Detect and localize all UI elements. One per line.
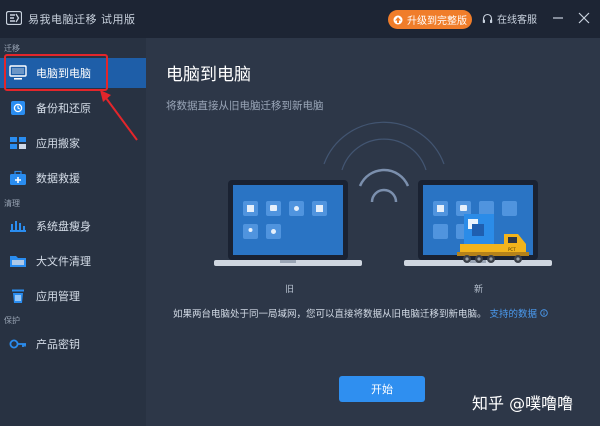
sidebar-item-label: 大文件清理 xyxy=(36,255,91,268)
key-icon xyxy=(9,339,26,349)
supported-data-link[interactable]: 支持的数据 xyxy=(490,309,549,320)
svg-text:PCT: PCT xyxy=(508,247,516,252)
sidebar-item-product-key[interactable]: 产品密钥 xyxy=(0,329,146,359)
supported-data-label: 支持的数据 xyxy=(489,309,538,320)
sidebar-item-system-slim[interactable]: 系统盘瘦身 xyxy=(0,211,146,241)
online-support-link[interactable]: 在线客服 xyxy=(482,11,537,26)
section-label-protect: 保护 xyxy=(4,316,20,325)
upgrade-label: 升级到完整版 xyxy=(407,16,467,27)
sidebar-item-label: 应用管理 xyxy=(36,290,80,303)
old-laptop xyxy=(214,180,362,266)
folder-icon xyxy=(10,256,26,267)
annotation-arrow xyxy=(100,90,138,141)
online-support-label: 在线客服 xyxy=(497,15,537,26)
trash-icon xyxy=(12,289,24,303)
description-text: 如果两台电脑处于同一局域网，您可以直接将数据从旧电脑迁移到新电脑。 支持的数据 xyxy=(173,306,548,320)
sidebar-item-large-file-cleanup[interactable]: 大文件清理 xyxy=(0,246,146,276)
sidebar-item-label: 系统盘瘦身 xyxy=(36,220,91,233)
migration-illustration: PCT xyxy=(214,121,552,266)
start-button[interactable]: 开始 xyxy=(339,376,425,402)
watermark-text: 知乎 @噗噜噜 xyxy=(472,394,574,413)
old-pc-label: 旧 xyxy=(285,285,295,295)
description-body: 如果两台电脑处于同一局域网，您可以直接将数据从旧电脑迁移到新电脑。 xyxy=(173,309,487,320)
disk-slim-icon xyxy=(10,221,26,232)
wifi-signal-icon xyxy=(323,121,445,171)
upgrade-arrow-icon xyxy=(393,15,403,24)
rescue-icon xyxy=(10,170,26,185)
sidebar-item-data-rescue[interactable]: 数据救援 xyxy=(0,163,146,193)
main-panel: 电脑到电脑 将数据直接从旧电脑迁移到新电脑 PCT 旧 新 如果两台电脑处于同一… xyxy=(146,38,600,426)
sidebar-item-app-management[interactable]: 应用管理 xyxy=(0,281,146,311)
new-pc-label: 新 xyxy=(474,285,484,295)
close-icon[interactable] xyxy=(574,8,594,28)
minimize-icon[interactable] xyxy=(548,8,568,28)
section-label-clean: 清理 xyxy=(4,199,20,208)
upgrade-button[interactable]: 升级到完整版 xyxy=(388,10,472,29)
headset-icon xyxy=(482,13,493,23)
info-icon xyxy=(540,309,548,317)
sidebar-item-label: 产品密钥 xyxy=(36,338,80,351)
sidebar-item-label: 数据救援 xyxy=(36,172,80,185)
